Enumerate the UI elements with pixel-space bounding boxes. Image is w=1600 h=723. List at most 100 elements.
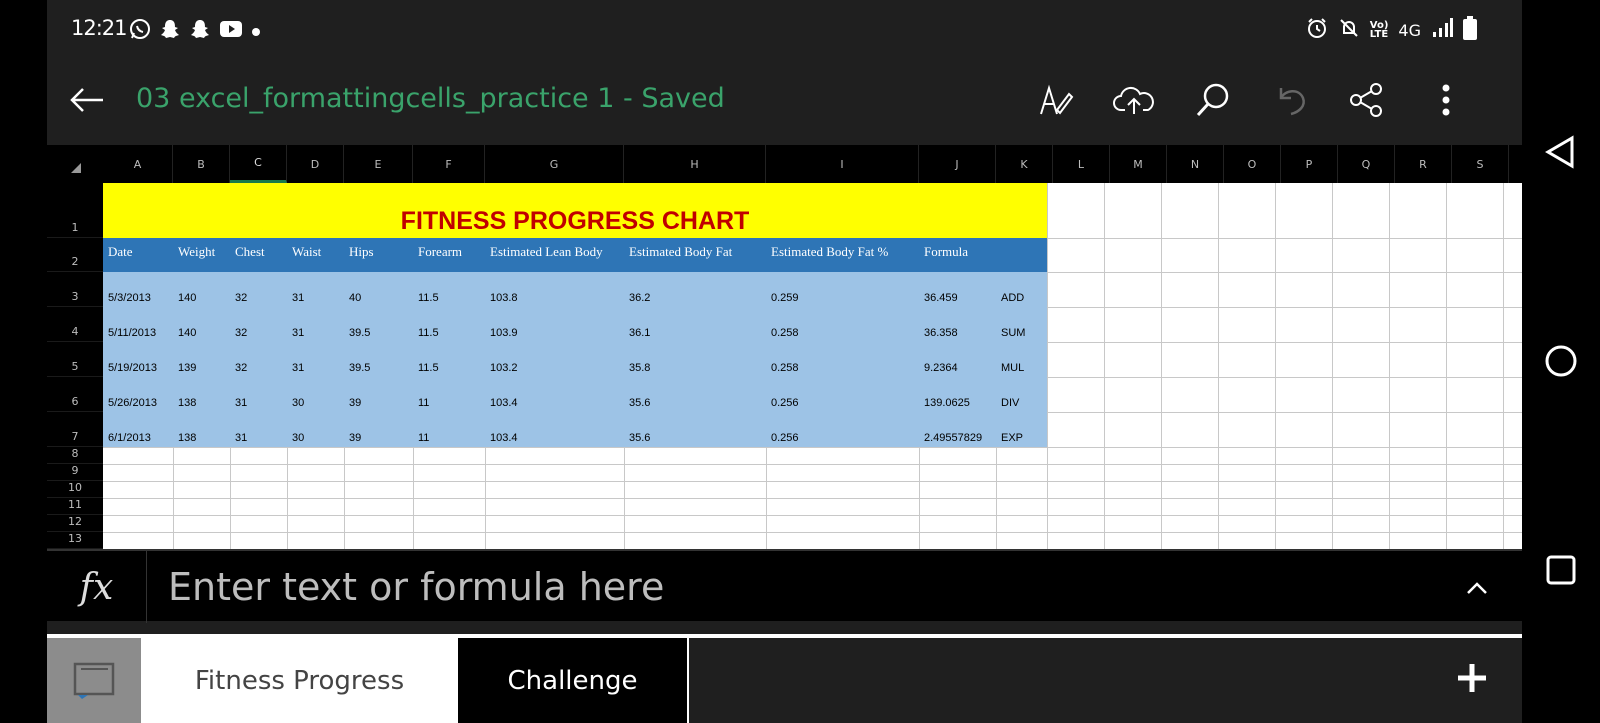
header-cell-body-fat[interactable]: Estimated Body Fat <box>624 238 732 272</box>
data-cell[interactable]: 5/26/2013 <box>103 377 157 412</box>
row-header[interactable]: 9 <box>47 464 103 481</box>
data-cell[interactable]: 11 <box>413 377 429 412</box>
data-cell[interactable]: 31 <box>287 307 304 342</box>
column-header[interactable]: R <box>1395 145 1452 183</box>
row-header[interactable]: 7 <box>47 412 103 447</box>
header-cell-waist[interactable]: Waist <box>287 238 321 272</box>
data-cell[interactable]: 36.2 <box>624 272 650 307</box>
data-cell[interactable]: 11.5 <box>413 272 439 307</box>
column-header[interactable]: H <box>624 145 766 183</box>
data-cell[interactable]: 103.9 <box>485 307 518 342</box>
undo-icon[interactable] <box>1269 78 1313 122</box>
data-cell[interactable]: DIV <box>996 377 1019 412</box>
row-header[interactable]: 12 <box>47 515 103 532</box>
data-cell[interactable]: 6/1/2013 <box>103 412 151 447</box>
column-header[interactable]: S <box>1452 145 1509 183</box>
row-header[interactable]: 3 <box>47 272 103 307</box>
chevron-up-icon[interactable] <box>1462 573 1492 603</box>
formula-input[interactable] <box>168 565 1368 609</box>
data-cell[interactable]: SUM <box>996 307 1025 342</box>
fx-label[interactable]: fx <box>47 551 147 623</box>
column-header[interactable]: D <box>287 145 344 183</box>
data-cell[interactable]: 32 <box>230 307 247 342</box>
column-header[interactable]: I <box>766 145 919 183</box>
data-cell[interactable]: 139 <box>173 342 196 377</box>
tab-challenge[interactable]: Challenge <box>458 638 689 723</box>
draw-icon[interactable] <box>1033 78 1077 122</box>
data-cell[interactable]: 39.5 <box>344 342 370 377</box>
data-cell[interactable]: 103.4 <box>485 377 518 412</box>
data-cell[interactable]: 103.8 <box>485 272 518 307</box>
plus-icon[interactable] <box>1452 658 1492 698</box>
header-cell-hips[interactable]: Hips <box>344 238 374 272</box>
column-header[interactable]: P <box>1281 145 1338 183</box>
data-cell[interactable]: 9.2364 <box>919 342 958 377</box>
data-cell[interactable]: 31 <box>287 342 304 377</box>
chart-title-cell[interactable]: FITNESS PROGRESS CHART <box>103 183 1047 238</box>
data-cell[interactable]: 11.5 <box>413 342 439 377</box>
data-cell[interactable]: 11 <box>413 412 429 447</box>
data-cell[interactable]: 11.5 <box>413 307 439 342</box>
row-header[interactable]: 8 <box>47 447 103 464</box>
column-header[interactable]: A <box>103 145 173 183</box>
row-header[interactable]: 2 <box>47 238 103 272</box>
column-header[interactable]: K <box>996 145 1053 183</box>
data-cell[interactable]: 140 <box>173 307 196 342</box>
recents-square-icon[interactable] <box>1542 551 1580 589</box>
data-cell[interactable]: MUL <box>996 342 1024 377</box>
row-header[interactable]: 10 <box>47 481 103 498</box>
header-cell-chest[interactable]: Chest <box>230 238 265 272</box>
sheet-list-button[interactable] <box>47 638 141 723</box>
select-all-corner[interactable] <box>47 145 103 183</box>
data-cell[interactable]: 5/3/2013 <box>103 272 151 307</box>
share-icon[interactable] <box>1345 78 1389 122</box>
data-cell[interactable]: 139.0625 <box>919 377 970 412</box>
data-cell[interactable]: 140 <box>173 272 196 307</box>
data-cell[interactable]: 103.4 <box>485 412 518 447</box>
data-cell[interactable]: 2.49557829 <box>919 412 982 447</box>
data-cell[interactable]: 0.256 <box>766 412 799 447</box>
data-cell[interactable]: 39 <box>344 412 361 447</box>
data-cell[interactable]: 138 <box>173 412 196 447</box>
column-header[interactable]: N <box>1167 145 1224 183</box>
data-cell[interactable]: 31 <box>230 377 247 412</box>
data-cell[interactable]: 35.6 <box>624 377 650 412</box>
search-icon[interactable] <box>1191 78 1235 122</box>
column-header[interactable]: E <box>344 145 413 183</box>
data-cell[interactable]: 35.8 <box>624 342 650 377</box>
column-header[interactable]: L <box>1053 145 1110 183</box>
data-cell[interactable]: 0.258 <box>766 307 799 342</box>
data-cell[interactable]: 5/19/2013 <box>103 342 157 377</box>
column-header[interactable]: Q <box>1338 145 1395 183</box>
data-cell[interactable]: 36.1 <box>624 307 650 342</box>
header-cell-formula[interactable]: Formula <box>919 238 968 272</box>
header-cell-forearm[interactable]: Forearm <box>413 238 462 272</box>
data-cell[interactable]: 0.256 <box>766 377 799 412</box>
header-cell-lean-body[interactable]: Estimated Lean Body <box>485 238 603 272</box>
data-cell[interactable]: 138 <box>173 377 196 412</box>
data-cell[interactable]: 32 <box>230 342 247 377</box>
header-cell-date[interactable]: Date <box>103 238 133 272</box>
column-header[interactable]: O <box>1224 145 1281 183</box>
data-cell[interactable]: 0.258 <box>766 342 799 377</box>
tab-fitness-progress[interactable]: Fitness Progress <box>141 638 458 723</box>
data-cell[interactable]: EXP <box>996 412 1023 447</box>
row-header[interactable]: 5 <box>47 342 103 377</box>
back-triangle-icon[interactable] <box>1542 133 1580 171</box>
row-header[interactable]: 11 <box>47 498 103 515</box>
data-cell[interactable]: 30 <box>287 377 304 412</box>
column-header[interactable]: F <box>413 145 485 183</box>
data-cell[interactable]: 36.358 <box>919 307 958 342</box>
row-header[interactable]: 13 <box>47 532 103 549</box>
data-cell[interactable]: 40 <box>344 272 361 307</box>
column-header[interactable]: M <box>1110 145 1167 183</box>
data-cell[interactable]: 39.5 <box>344 307 370 342</box>
data-cell[interactable]: 30 <box>287 412 304 447</box>
more-icon[interactable] <box>1424 78 1468 122</box>
data-cell[interactable]: 39 <box>344 377 361 412</box>
cloud-upload-icon[interactable] <box>1112 78 1156 122</box>
data-cell[interactable]: 36.459 <box>919 272 958 307</box>
data-cell[interactable]: 5/11/2013 <box>103 307 156 342</box>
data-cell[interactable]: 31 <box>287 272 304 307</box>
back-arrow-icon[interactable] <box>67 80 107 120</box>
